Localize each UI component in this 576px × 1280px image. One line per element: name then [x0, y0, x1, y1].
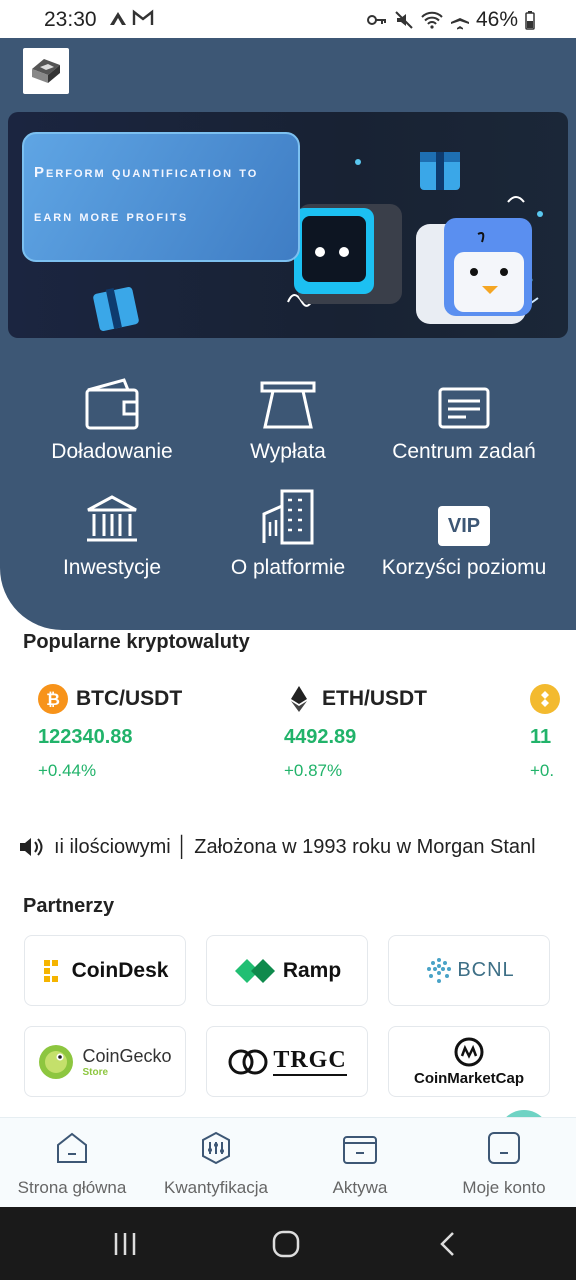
nav-strona-glowna[interactable]: Strona główna [0, 1130, 144, 1198]
action-label: Wypłata [250, 440, 326, 463]
battery-icon [525, 11, 535, 30]
nav-label: Kwantyfikacja [164, 1178, 268, 1197]
nav-label: Moje konto [462, 1178, 546, 1197]
coindesk-logo-icon [43, 959, 58, 982]
nav-moje-konto[interactable]: Moje konto [432, 1130, 576, 1198]
action-centrum-zadan[interactable]: Centrum zadań [374, 372, 554, 464]
system-navigation-bar [0, 1207, 576, 1280]
partner-subname: Store [82, 1066, 109, 1078]
action-label: Korzyści poziomu [381, 556, 547, 579]
partner-coingecko[interactable]: CoinGecko Store [24, 1026, 186, 1097]
coin-change: +0. [530, 761, 555, 780]
status-bar: 23:30 46% [0, 0, 576, 38]
gmail-icon [132, 9, 154, 25]
coin-price: 122340.88 [38, 726, 133, 748]
app-logo [23, 48, 69, 94]
action-doladowanie[interactable]: Doładowanie [22, 372, 202, 464]
coin-card-eth[interactable]: ETH/USDT 4492.89 +0.87% [284, 684, 427, 781]
nav-label: Aktywa [332, 1178, 388, 1197]
svg-text:₿: ₿ [46, 690, 60, 710]
quantify-icon [202, 1131, 230, 1165]
nav-label: Strona główna [17, 1178, 127, 1197]
app-logo-icon [32, 59, 60, 83]
partner-coinmarketcap[interactable]: CoinMarketCap [388, 1026, 550, 1097]
banner-line-1: Perform quantification to [34, 164, 259, 181]
coin-price: 4492.89 [284, 726, 357, 748]
speaker-icon [20, 838, 43, 856]
btc-icon: ₿ [38, 684, 68, 714]
action-label: Inwestycje [62, 556, 162, 579]
action-o-platformie[interactable]: O platformie [198, 488, 378, 580]
home-icon [57, 1132, 87, 1163]
mute-icon [395, 11, 413, 29]
eth-icon [291, 686, 307, 712]
partner-coindesk[interactable]: CoinDesk [24, 935, 186, 1006]
action-label: Doładowanie [51, 440, 173, 463]
coin-card-bnb[interactable]: 11 +0. [530, 684, 576, 781]
notification-app-icon [110, 12, 126, 25]
action-label: O platformie [230, 556, 346, 579]
bottom-navigation: Strona główna Kwantyfikacja Aktywa Moje … [0, 1117, 576, 1208]
home-button-icon[interactable] [272, 1230, 300, 1258]
assets-wallet-icon [343, 1136, 377, 1164]
nav-kwantyfikacja[interactable]: Kwantyfikacja [144, 1130, 288, 1198]
partner-name: BCNL [457, 959, 515, 981]
action-korzysci-poziomu[interactable]: VIP Korzyści poziomu [374, 488, 554, 580]
action-inwestycje[interactable]: Inwestycje [22, 488, 202, 580]
ramp-logo-icon [234, 958, 275, 983]
vip-icon: VIP [438, 506, 490, 546]
coin-pair: ETH/USDT [322, 687, 427, 710]
banner-line-2: earn more profits [34, 208, 189, 225]
partner-name: CoinDesk [71, 958, 169, 982]
ticker-text: ıi ilościowymi │ Założona w 1993 roku w … [54, 835, 536, 858]
partner-trgc[interactable]: TRGC [206, 1026, 368, 1097]
partner-ramp[interactable]: Ramp [206, 935, 368, 1006]
banner-text-box: Perform quantification to earn more prof… [22, 132, 300, 262]
bank-icon [87, 495, 137, 542]
recent-apps-icon[interactable] [112, 1231, 138, 1257]
wallet-icon [85, 378, 139, 430]
partner-name: CoinGecko [82, 1045, 172, 1066]
building-icon [262, 489, 314, 545]
status-notification-icons [108, 9, 154, 27]
trgc-logo-icon [228, 1049, 268, 1074]
partner-name: TRGC [273, 1047, 347, 1076]
announcement-ticker[interactable]: ıi ilościowymi │ Założona w 1993 roku w … [18, 832, 558, 862]
status-time: 23:30 [44, 8, 97, 31]
account-icon [488, 1132, 520, 1164]
action-label: Centrum zadań [392, 440, 536, 463]
airplane-mode-icon [450, 11, 469, 30]
coin-price: 11 [530, 726, 552, 748]
coin-change: +0.44% [38, 761, 97, 780]
coin-pair: BTC/USDT [76, 687, 183, 710]
partner-name: CoinMarketCap [413, 1070, 525, 1087]
popular-title: Popularne kryptowaluty [23, 631, 250, 653]
back-icon[interactable] [438, 1231, 458, 1257]
battery-percent: 46% [475, 8, 518, 31]
bcnl-logo-icon [427, 957, 452, 983]
withdraw-icon [260, 381, 316, 429]
nav-aktywa[interactable]: Aktywa [288, 1130, 432, 1198]
partner-name: Ramp [282, 958, 342, 982]
partners-title: Partnerzy [23, 895, 115, 917]
coingecko-logo-icon [39, 1044, 74, 1079]
action-wyplata[interactable]: Wypłata [198, 372, 378, 464]
coinmarketcap-logo-icon [454, 1037, 484, 1067]
coin-card-btc[interactable]: ₿ BTC/USDT 122340.88 +0.44% [38, 684, 182, 781]
wifi-icon [421, 11, 443, 29]
hero-section: Perform quantification to earn more prof… [0, 38, 576, 630]
bnb-icon [530, 684, 560, 714]
vpn-key-icon [366, 15, 386, 25]
promo-banner[interactable]: Perform quantification to earn more prof… [8, 112, 568, 338]
task-card-icon [438, 387, 490, 429]
partner-bcnl[interactable]: BCNL [388, 935, 550, 1006]
coin-change: +0.87% [284, 761, 343, 780]
